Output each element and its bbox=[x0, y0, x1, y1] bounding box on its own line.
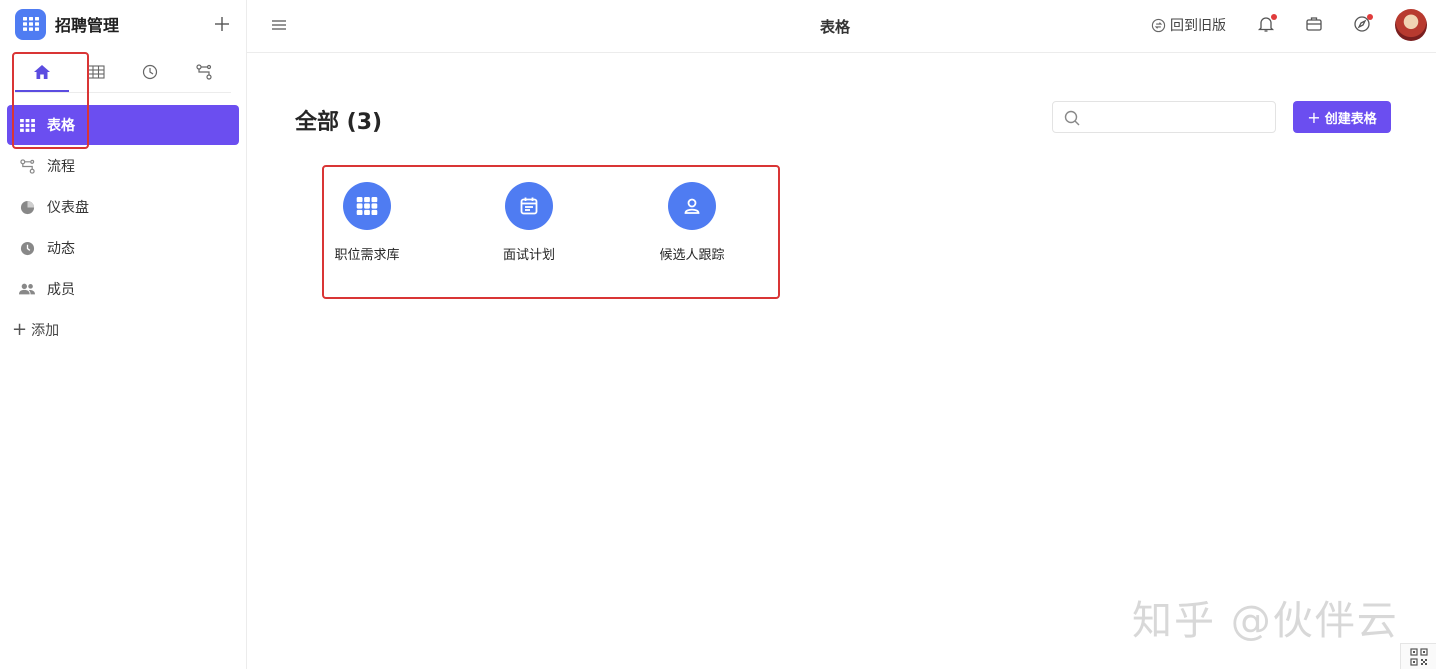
switch-icon bbox=[1151, 18, 1166, 32]
plus-icon: + bbox=[1307, 107, 1321, 127]
table-card-job-requirements[interactable]: 职位需求库 bbox=[307, 182, 427, 272]
section-title: 全部 (3) bbox=[295, 110, 383, 135]
grid-icon bbox=[343, 182, 391, 230]
sidebar: 招聘管理 表格 流程 仪表盘 动态 成员 + 添加 bbox=[0, 0, 247, 669]
table-icon[interactable] bbox=[83, 61, 109, 83]
top-bar: 表格 回到旧版 bbox=[247, 0, 1436, 53]
bell-icon[interactable] bbox=[1257, 14, 1277, 35]
app-brand[interactable]: 招聘管理 bbox=[15, 8, 120, 40]
sidebar-item-activity[interactable]: 动态 bbox=[7, 228, 239, 268]
page-title: 表格 bbox=[819, 18, 850, 36]
sidebar-add-button[interactable]: + 添加 bbox=[12, 320, 59, 340]
create-table-button[interactable]: + 创建表格 bbox=[1293, 101, 1391, 133]
avatar[interactable] bbox=[1395, 9, 1427, 41]
sidebar-nav: 表格 流程 仪表盘 动态 成员 bbox=[7, 105, 239, 310]
sidebar-item-members[interactable]: 成员 bbox=[7, 269, 239, 309]
add-icon[interactable] bbox=[213, 15, 231, 33]
flow-icon[interactable] bbox=[191, 61, 217, 83]
sidebar-icon-tabs bbox=[15, 55, 231, 93]
search-input[interactable] bbox=[1087, 107, 1267, 127]
qr-code-icon[interactable] bbox=[1400, 643, 1436, 669]
table-card-candidate-tracking[interactable]: 候选人跟踪 bbox=[632, 182, 752, 272]
table-card-label: 候选人跟踪 bbox=[659, 248, 725, 263]
briefcase-icon[interactable] bbox=[1305, 15, 1325, 35]
search-icon bbox=[1064, 110, 1080, 126]
sidebar-add-label: 添加 bbox=[31, 323, 60, 339]
app-title: 招聘管理 bbox=[55, 16, 120, 35]
back-to-old-label: 回到旧版 bbox=[1170, 18, 1226, 34]
pie-icon bbox=[19, 199, 35, 215]
table-card-interview-plan[interactable]: 面试计划 bbox=[469, 182, 589, 272]
plus-icon: + bbox=[12, 319, 28, 340]
home-icon[interactable] bbox=[29, 61, 55, 83]
sidebar-item-label: 表格 bbox=[47, 118, 75, 134]
compass-icon[interactable] bbox=[1353, 14, 1373, 35]
sidebar-item-label: 动态 bbox=[47, 241, 75, 257]
clock-icon[interactable] bbox=[137, 61, 163, 83]
grid-icon bbox=[19, 117, 35, 133]
app-logo-icon bbox=[15, 8, 46, 40]
sidebar-item-dashboard[interactable]: 仪表盘 bbox=[7, 187, 239, 227]
sidebar-item-label: 仪表盘 bbox=[47, 200, 89, 216]
clock-icon bbox=[19, 240, 35, 256]
sidebar-item-flow[interactable]: 流程 bbox=[7, 146, 239, 186]
notification-dot bbox=[1367, 14, 1373, 20]
calendar-icon bbox=[505, 182, 553, 230]
sidebar-item-tables[interactable]: 表格 bbox=[7, 105, 239, 145]
sidebar-item-label: 成员 bbox=[47, 282, 75, 298]
back-to-old-version-button[interactable]: 回到旧版 bbox=[1151, 15, 1226, 35]
search-box[interactable] bbox=[1052, 101, 1276, 133]
users-icon bbox=[19, 281, 35, 297]
sidebar-item-label: 流程 bbox=[47, 159, 75, 175]
active-tab-indicator bbox=[15, 90, 69, 92]
create-table-label: 创建表格 bbox=[1324, 111, 1377, 127]
person-icon bbox=[668, 182, 716, 230]
notification-dot bbox=[1271, 14, 1277, 20]
table-card-label: 面试计划 bbox=[502, 248, 555, 263]
watermark: 知乎 @伙伴云 bbox=[1132, 598, 1399, 644]
table-card-label: 职位需求库 bbox=[334, 248, 400, 263]
flow-icon bbox=[19, 158, 35, 174]
